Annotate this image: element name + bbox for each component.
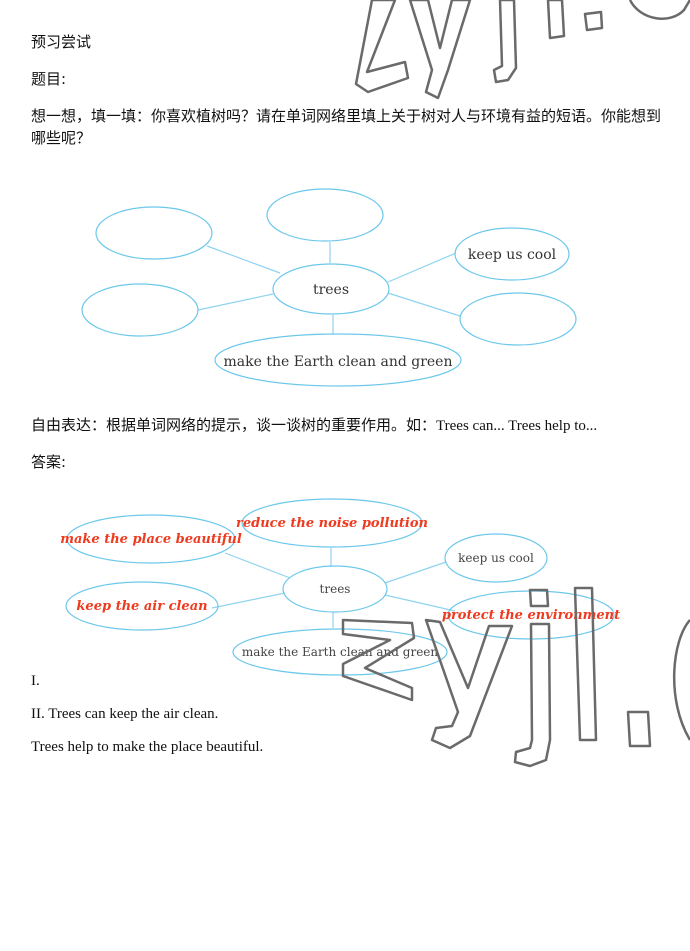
answer-node-right-top: [444, 533, 548, 583]
answer-node-bottom-label: make the Earth clean and green: [242, 645, 439, 659]
node-top: [266, 188, 384, 242]
answer-node-left-label: keep the air clean: [76, 599, 207, 614]
node-top-left: [95, 206, 213, 260]
link-top-left: [206, 245, 281, 274]
answer-node-top-left: [66, 514, 236, 564]
answer-link-right-bottom: [384, 594, 456, 612]
answer-node-top-left-label: make the place beautiful: [60, 532, 242, 547]
answer-node-right-bottom-label: protect the environment: [442, 608, 620, 623]
answer-part-2-line-1: II. Trees can keep the air clean.: [31, 706, 219, 722]
node-right-top: [454, 227, 570, 281]
answer-node-right-top-label: keep us cool: [458, 551, 534, 565]
answer-node-right-bottom: [447, 590, 615, 640]
free-expression-en: Trees can... Trees help to...: [436, 418, 598, 434]
answer-links: [211, 548, 456, 628]
watermark-top-letters: [354, 0, 690, 100]
node-left: [81, 283, 199, 337]
link-left: [197, 293, 274, 311]
question-label: 题目:: [31, 70, 67, 88]
answer-link-top-left: [224, 552, 291, 579]
question-links: [197, 242, 461, 334]
node-center: [272, 263, 390, 315]
node-right-top-label: keep us cool: [468, 247, 557, 263]
answer-link-left: [211, 592, 286, 609]
node-bottom-label: make the Earth clean and green: [223, 354, 452, 370]
center-label: trees: [313, 282, 349, 298]
answer-center-label: trees: [320, 582, 351, 596]
watermark-bottom-letters: [341, 586, 690, 768]
free-expression-cn: 自由表达：根据单词网络的提示，谈一谈树的重要作用。如：: [31, 416, 437, 434]
answer-part-2-line-2: Trees help to make the place beautiful.: [31, 739, 264, 755]
answer-node-top: [241, 498, 423, 548]
question-text: 想一想，填一填：你喜欢植树吗？请在单词网络里填上关于树对人与环境有益的短语。你能…: [31, 107, 662, 147]
answer-node-left: [65, 581, 219, 631]
answer-node-bottom: [232, 628, 448, 676]
node-bottom: [214, 333, 462, 387]
free-expression-text: 自由表达：根据单词网络的提示，谈一谈树的重要作用。如：Trees can... …: [31, 414, 597, 437]
answer-label: 答案:: [31, 453, 67, 471]
link-right-bottom: [387, 292, 461, 317]
answer-node-center: [282, 565, 388, 613]
answer-node-top-label: reduce the noise pollution: [236, 516, 428, 531]
section-title: 预习尝试: [31, 33, 92, 51]
link-right-top: [387, 252, 457, 283]
node-right-bottom: [459, 292, 577, 346]
answer-link-right-top: [384, 561, 447, 584]
answer-part-1: I.: [31, 673, 40, 689]
